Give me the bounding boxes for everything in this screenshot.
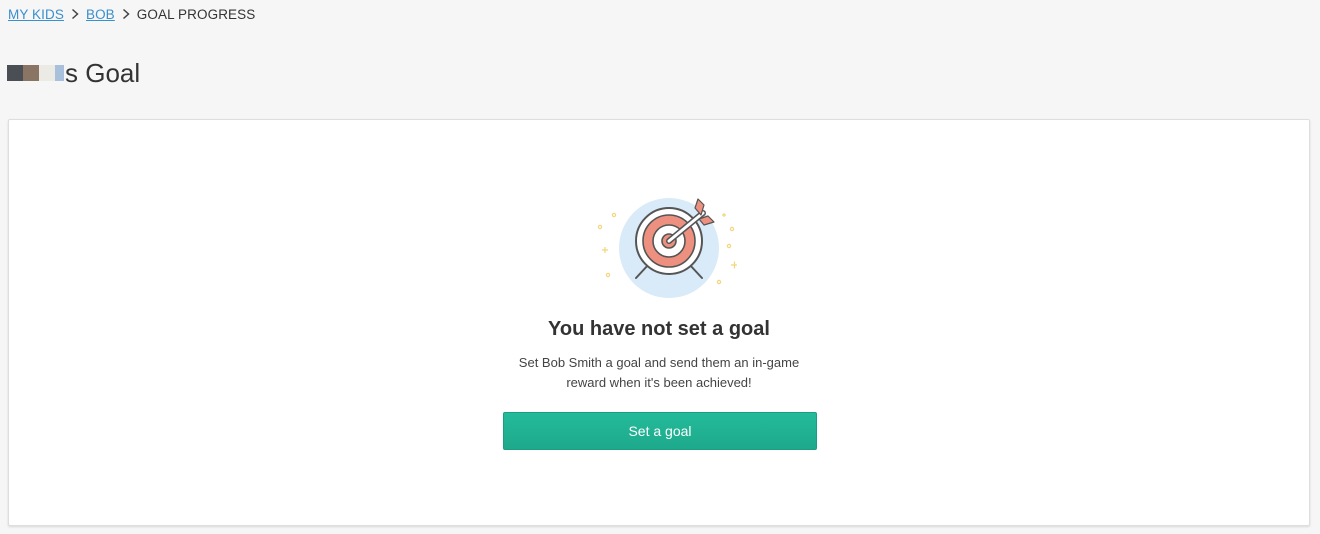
empty-state-description: Set Bob Smith a goal and send them an in… xyxy=(479,353,839,393)
breadcrumb: MY KIDS BOB GOAL PROGRESS xyxy=(8,5,255,23)
set-goal-button[interactable]: Set a goal xyxy=(503,412,817,450)
page-title: s Goal xyxy=(65,58,141,88)
page-title-row: s Goal xyxy=(7,56,140,90)
chevron-right-icon xyxy=(122,8,130,20)
breadcrumb-my-kids-link[interactable]: MY KIDS xyxy=(8,7,64,22)
chevron-right-icon xyxy=(71,8,79,20)
description-line-1: Set Bob Smith a goal and send them an in… xyxy=(518,355,800,370)
redaction-block xyxy=(55,65,64,81)
target-with-arrow-icon xyxy=(597,198,737,298)
empty-state-heading: You have not set a goal xyxy=(548,318,770,340)
goal-card: You have not set a goal Set Bob Smith a … xyxy=(8,119,1310,526)
redaction-block xyxy=(39,65,55,81)
breadcrumb-bob-link[interactable]: BOB xyxy=(86,7,115,22)
redacted-name xyxy=(7,56,64,90)
page: MY KIDS BOB GOAL PROGRESS s Goal You hav… xyxy=(0,0,1320,534)
description-line-2: reward when it's been achieved! xyxy=(566,375,752,390)
redaction-block xyxy=(23,65,39,81)
breadcrumb-current: GOAL PROGRESS xyxy=(136,6,256,22)
redaction-block xyxy=(7,65,23,81)
